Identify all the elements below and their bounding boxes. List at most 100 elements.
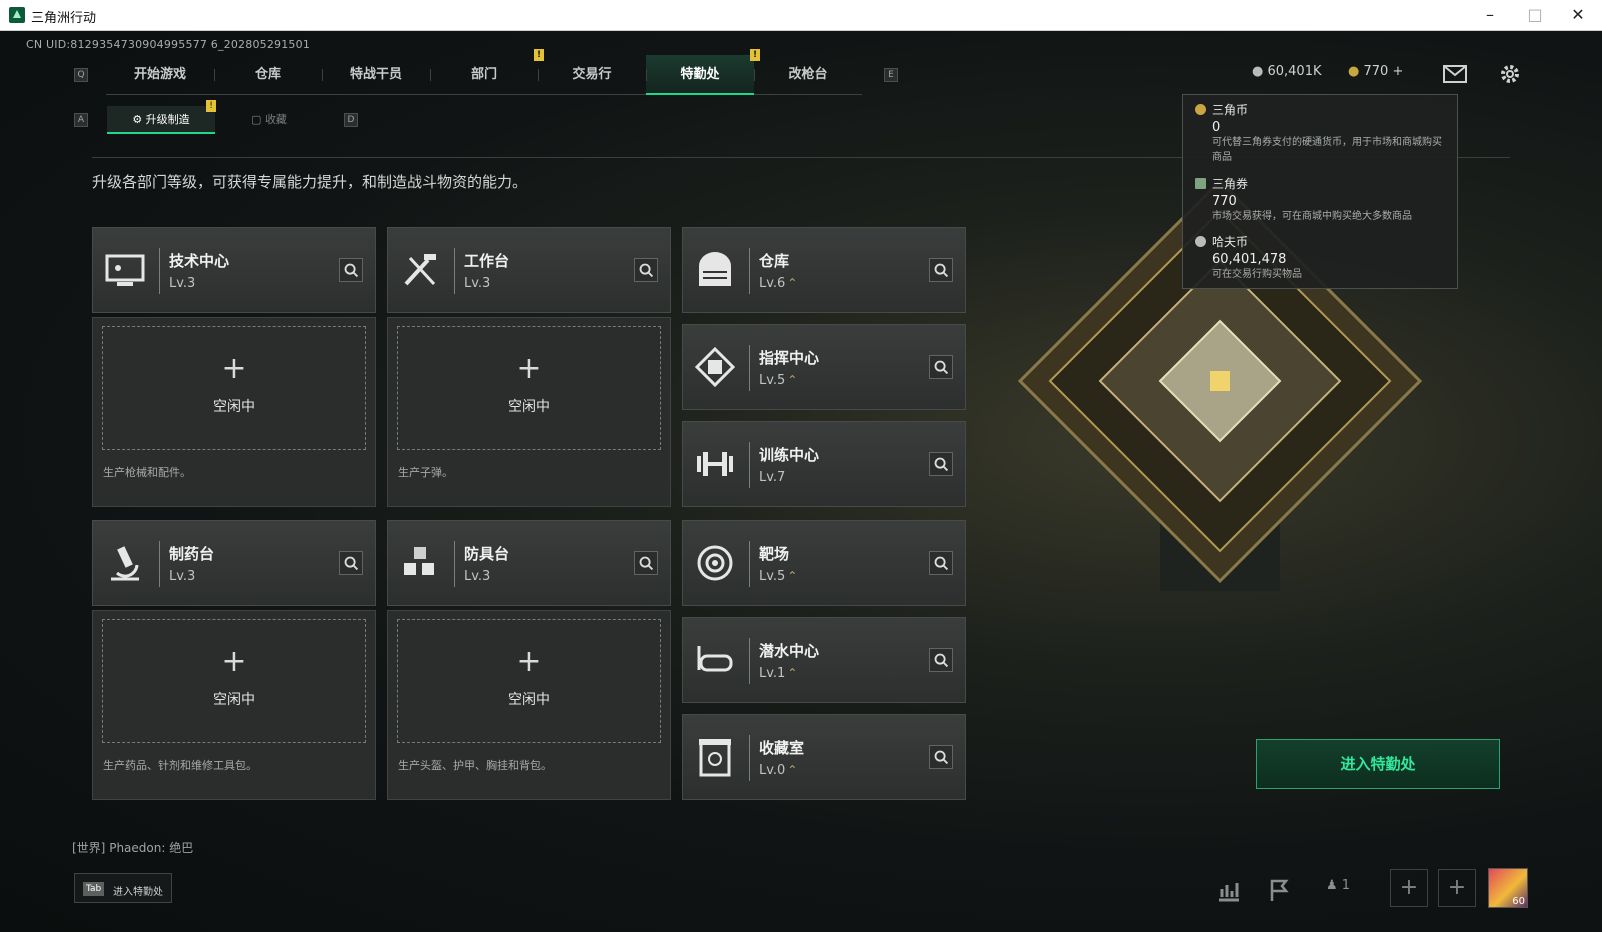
hafu-currency[interactable]: ● 60,401K — [1252, 64, 1322, 79]
dept-card-command-center[interactable]: 指挥中心 Lv.5 ⌃ — [682, 324, 966, 410]
upgrade-arrow-icon: ⌃ — [787, 666, 798, 680]
page-description: 升级各部门等级，可获得专属能力提升，和制造战斗物资的能力。 — [92, 173, 528, 191]
production-slot[interactable]: + 空闲中 生产头盔、护甲、胸挂和背包。 — [387, 610, 671, 800]
plus-icon: + — [516, 351, 542, 386]
search-icon[interactable] — [929, 648, 953, 672]
mail-icon[interactable] — [1443, 65, 1467, 83]
maximize-button[interactable]: □ — [1515, 4, 1555, 26]
stats-chart-icon[interactable] — [1216, 877, 1242, 903]
empty-slot-frame — [102, 326, 366, 450]
subtab-collection[interactable]: ▢ 收藏 — [215, 106, 323, 134]
friends-count: 1 — [1341, 878, 1351, 893]
tab-start-game[interactable]: 开始游戏 — [106, 55, 214, 95]
dept-card-workbench[interactable]: 工作台 Lv.3 — [387, 227, 671, 313]
divider — [749, 735, 750, 781]
dept-card-warehouse[interactable]: 仓库 Lv.6 ⌃ — [682, 227, 966, 313]
upgrade-arrow-icon: ⌃ — [787, 373, 798, 387]
world-chat-message[interactable]: [世界] Phaedon: 绝巴 — [72, 839, 193, 856]
flag-icon[interactable] — [1266, 877, 1292, 903]
sub-nav-tabs: ⚙ 升级制造! ▢ 收藏 — [107, 100, 323, 134]
silver-coin-icon: ● — [1252, 64, 1264, 79]
dept-name: 技术中心 — [169, 252, 230, 270]
empty-slot-frame — [397, 326, 661, 450]
add-slot-button[interactable]: + — [1390, 869, 1428, 907]
dept-card-diving-center[interactable]: 潜水中心 Lv.1 ⌃ — [682, 617, 966, 703]
search-icon[interactable] — [339, 551, 363, 575]
dept-level: Lv.5 — [759, 373, 786, 388]
gold-coin-icon: ● — [1348, 64, 1360, 79]
dept-card-training-center[interactable]: 训练中心 Lv.7 — [682, 421, 966, 507]
slot-hint: 生产药品、针剂和维修工具包。 — [103, 759, 257, 772]
avatar-level: 60 — [1512, 896, 1525, 907]
ticket-balance: 770 — [1363, 64, 1389, 79]
search-icon[interactable] — [929, 745, 953, 769]
dept-level: Lv.3 — [464, 276, 491, 291]
ticket-currency[interactable]: ● 770 + — [1348, 64, 1403, 79]
window-title: 三角洲行动 — [31, 11, 97, 26]
tab-special-ops[interactable]: 特勤处! — [646, 49, 760, 95]
search-icon[interactable] — [634, 258, 658, 282]
slot-hint: 生产枪械和配件。 — [103, 466, 191, 479]
search-icon[interactable] — [634, 551, 658, 575]
add-slot-button[interactable]: + — [1438, 869, 1476, 907]
plus-icon: + — [221, 351, 247, 386]
upgrade-arrow-icon: ⌃ — [787, 763, 798, 777]
main-nav-tabs: 开始游戏 仓库 特战干员 部门! 交易行 特勤处! 改枪台 — [106, 49, 862, 95]
tab-operators[interactable]: 特战干员 — [322, 55, 430, 95]
production-slot[interactable]: + 空闲中 生产枪械和配件。 — [92, 317, 376, 507]
search-icon[interactable] — [929, 551, 953, 575]
slot-status: 空闲中 — [508, 399, 550, 415]
dept-level: Lv.5 — [759, 569, 786, 584]
search-icon[interactable] — [929, 452, 953, 476]
avatar[interactable]: 60 — [1488, 868, 1528, 908]
dept-card-pharmacy[interactable]: 制药台 Lv.3 — [92, 520, 376, 606]
dept-card-tech-center[interactable]: 技术中心 Lv.3 — [92, 227, 376, 313]
production-slot[interactable]: + 空闲中 生产药品、针剂和维修工具包。 — [92, 610, 376, 800]
topup-button[interactable]: + — [1392, 64, 1403, 79]
divider — [749, 442, 750, 488]
minimize-button[interactable]: – — [1470, 4, 1510, 26]
currency-desc: 市场交易获得，可在商城中购买绝大多数商品 — [1212, 211, 1412, 222]
dept-name: 训练中心 — [759, 446, 820, 464]
dept-level-row: Lv.5 ⌃ — [759, 569, 797, 584]
microscope-icon — [111, 546, 139, 581]
currency-desc: 可在交易行购买物品 — [1212, 269, 1302, 280]
dept-level-row: Lv.1 ⌃ — [759, 666, 797, 681]
divider — [749, 541, 750, 587]
tab-key-hint[interactable]: Tab 进入特勤处 — [74, 873, 172, 903]
currency-value: 0 — [1212, 120, 1221, 135]
dept-card-collection-room[interactable]: 收藏室 Lv.0 ⌃ — [682, 714, 966, 800]
tab-gunsmith[interactable]: 改枪台 — [754, 55, 862, 95]
dept-name: 指挥中心 — [759, 349, 820, 367]
empty-slot-frame — [397, 619, 661, 743]
dept-level: Lv.6 — [759, 276, 786, 291]
subtab-upgrade-craft[interactable]: ⚙ 升级制造! — [107, 100, 216, 134]
search-icon[interactable] — [929, 355, 953, 379]
close-button[interactable]: ✕ — [1558, 4, 1598, 26]
friends-button[interactable]: ♟ 1 — [1326, 878, 1350, 893]
tab-trading[interactable]: 交易行 — [538, 55, 646, 95]
warehouse-icon — [699, 252, 731, 286]
dept-level-row: Lv.5 ⌃ — [759, 373, 797, 388]
divider — [749, 638, 750, 684]
divider — [159, 541, 160, 587]
production-slot[interactable]: + 空闲中 生产子弹。 — [387, 317, 671, 507]
currency-entry: 三角券 770 市场交易获得，可在商城中购买绝大多数商品 — [1195, 175, 1445, 224]
tab-warehouse[interactable]: 仓库 — [214, 55, 322, 95]
search-icon[interactable] — [929, 258, 953, 282]
tab-departments[interactable]: 部门! — [430, 49, 544, 95]
diving-mask-icon — [697, 646, 733, 672]
gear-icon[interactable] — [1498, 62, 1522, 86]
slot-status: 空闲中 — [213, 692, 255, 708]
dept-level: Lv.3 — [464, 569, 491, 584]
search-icon[interactable] — [339, 258, 363, 282]
next-tab-key-hint: E — [884, 68, 898, 82]
plus-icon: + — [221, 644, 247, 679]
dept-name: 制药台 — [169, 545, 215, 563]
dept-card-shooting-range[interactable]: 靶场 Lv.5 ⌃ — [682, 520, 966, 606]
divider — [749, 248, 750, 294]
dept-name: 工作台 — [464, 252, 510, 270]
dept-card-armor-bench[interactable]: 防具台 Lv.3 — [387, 520, 671, 606]
dept-name: 靶场 — [759, 545, 790, 563]
enter-special-ops-button[interactable]: 进入特勤处 — [1256, 739, 1500, 789]
